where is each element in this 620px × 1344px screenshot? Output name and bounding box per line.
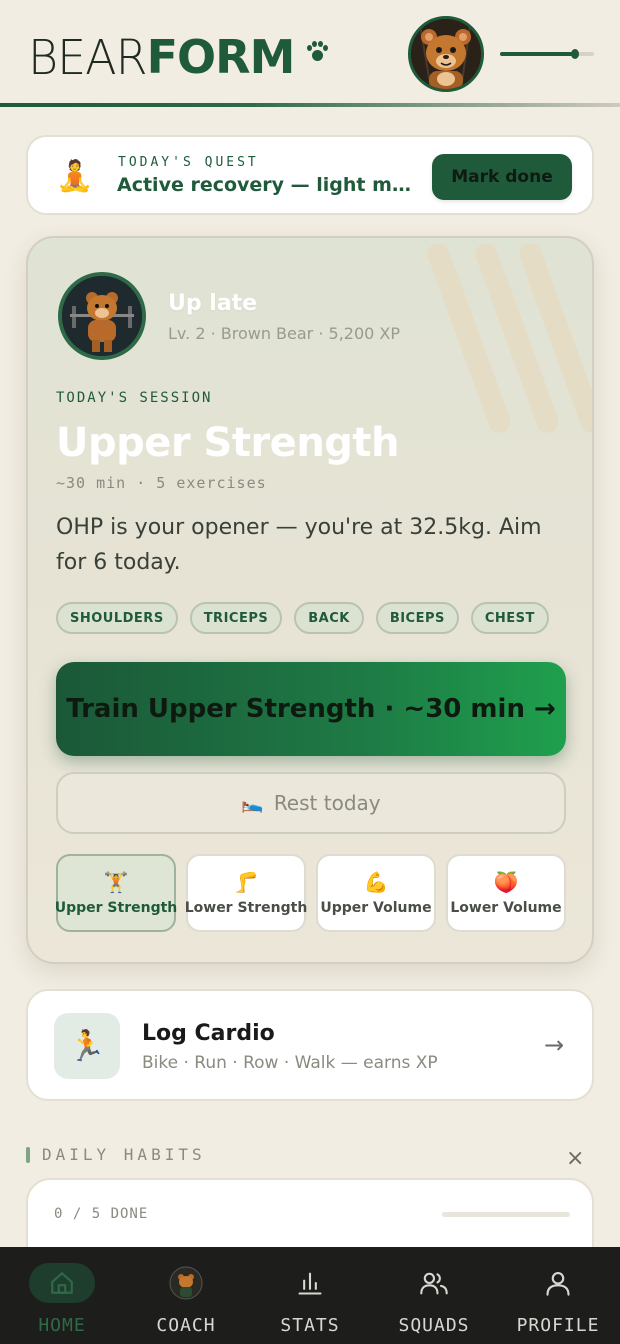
bottom-nav: HOME COACH STATS SQUADS PROFILE bbox=[0, 1247, 620, 1344]
logo-text-light: BEAR bbox=[28, 28, 148, 86]
runner-icon: 🏃 bbox=[54, 1013, 120, 1079]
xp-progress-fill bbox=[500, 52, 576, 56]
workout-option-label: Upper Volume bbox=[320, 900, 432, 916]
peach-icon: 🍑 bbox=[493, 870, 519, 894]
session-description: OHP is your opener — you're at 32.5kg. A… bbox=[56, 515, 542, 575]
quest-text: Active recovery — light movement bbox=[117, 174, 417, 196]
xp-progress-marker bbox=[571, 49, 580, 59]
workout-option-lower-volume[interactable]: 🍑 Lower Volume bbox=[446, 854, 566, 932]
nav-label: SQUADS bbox=[398, 1315, 470, 1336]
workout-option-label: Lower Volume bbox=[450, 900, 562, 916]
muscle-tag: SHOULDERS bbox=[56, 602, 178, 634]
session-title: Upper Strength bbox=[56, 420, 400, 466]
coach-avatar-icon bbox=[153, 1263, 219, 1303]
home-icon bbox=[29, 1263, 95, 1303]
bar-chart-icon bbox=[277, 1263, 343, 1303]
quest-label: TODAY'S QUEST bbox=[118, 155, 259, 170]
session-kicker: TODAY'S SESSION bbox=[56, 390, 213, 406]
habits-done-count: 0 / 5 DONE bbox=[54, 1206, 149, 1222]
habits-progress-bar bbox=[442, 1212, 570, 1217]
todays-quest-card: 🧘 TODAY'S QUEST Active recovery — light … bbox=[26, 135, 594, 215]
muscle-tag: BICEPS bbox=[375, 602, 459, 634]
todays-session-card: Up late Lv. 2 · Brown Bear · 5,200 XP TO… bbox=[26, 236, 594, 964]
cardio-title: Log Cardio bbox=[142, 1021, 275, 1046]
nav-label: PROFILE bbox=[516, 1315, 600, 1336]
workout-option-upper-volume[interactable]: 💪 Upper Volume bbox=[316, 854, 436, 932]
app-header: BEAR FORM bbox=[0, 0, 620, 108]
nav-label: HOME bbox=[38, 1315, 86, 1336]
nav-label: COACH bbox=[156, 1315, 216, 1336]
train-session-button[interactable]: Train Upper Strength · ~30 min → bbox=[56, 662, 566, 756]
daily-habits-heading: DAILY HABITS bbox=[42, 1145, 206, 1164]
nav-squads[interactable]: SQUADS bbox=[372, 1247, 496, 1344]
nav-label: STATS bbox=[280, 1315, 340, 1336]
log-cardio-card[interactable]: 🏃 Log Cardio Bike · Run · Row · Walk — e… bbox=[26, 989, 594, 1101]
workout-type-selector: 🏋️ Upper Strength 🦵 Lower Strength 💪 Upp… bbox=[54, 854, 566, 932]
users-icon bbox=[401, 1263, 467, 1303]
muscle-tag: TRICEPS bbox=[189, 602, 283, 634]
bear-avatar[interactable] bbox=[408, 16, 484, 92]
section-accent-bar bbox=[26, 1147, 30, 1163]
flexed-biceps-icon: 💪 bbox=[363, 870, 389, 894]
app-logo[interactable]: BEAR FORM bbox=[28, 28, 296, 86]
user-avatar[interactable] bbox=[58, 272, 146, 360]
workout-option-label: Upper Strength bbox=[54, 900, 178, 916]
bed-icon: 🛌 bbox=[241, 792, 264, 814]
rest-today-label: Rest today bbox=[273, 791, 381, 815]
nav-stats[interactable]: STATS bbox=[248, 1247, 372, 1344]
muscle-tag: CHEST bbox=[470, 602, 549, 634]
muscle-tags: SHOULDERS TRICEPS BACK BICEPS CHEST bbox=[56, 602, 549, 634]
arrow-right-icon: → bbox=[544, 1031, 565, 1059]
logo-text-bold: FORM bbox=[146, 30, 296, 84]
close-icon[interactable]: × bbox=[566, 1148, 584, 1170]
workout-option-label: Lower Strength bbox=[184, 900, 308, 916]
user-level: Lv. 2 · Brown Bear · 5,200 XP bbox=[168, 324, 401, 343]
workout-option-lower-strength[interactable]: 🦵 Lower Strength bbox=[184, 854, 308, 932]
workout-option-upper-strength[interactable]: 🏋️ Upper Strength bbox=[54, 854, 178, 932]
nav-profile[interactable]: PROFILE bbox=[496, 1247, 620, 1344]
meditation-icon: 🧘 bbox=[56, 159, 94, 194]
user-icon bbox=[525, 1263, 591, 1303]
muscle-tag: BACK bbox=[294, 602, 364, 634]
rest-today-button[interactable]: 🛌 Rest today bbox=[56, 772, 566, 834]
mark-done-button[interactable]: Mark done bbox=[432, 154, 572, 200]
xp-progress-bar bbox=[500, 49, 594, 59]
cardio-subtitle: Bike · Run · Row · Walk — earns XP bbox=[142, 1053, 438, 1073]
header-divider bbox=[0, 103, 620, 107]
session-meta: ~30 min · 5 exercises bbox=[56, 474, 267, 492]
paw-icon bbox=[305, 40, 329, 64]
user-name: Up late bbox=[168, 291, 258, 316]
leg-icon: 🦵 bbox=[233, 870, 259, 894]
nav-home[interactable]: HOME bbox=[0, 1247, 124, 1344]
nav-coach[interactable]: COACH bbox=[124, 1247, 248, 1344]
weightlifter-icon: 🏋️ bbox=[103, 870, 129, 894]
